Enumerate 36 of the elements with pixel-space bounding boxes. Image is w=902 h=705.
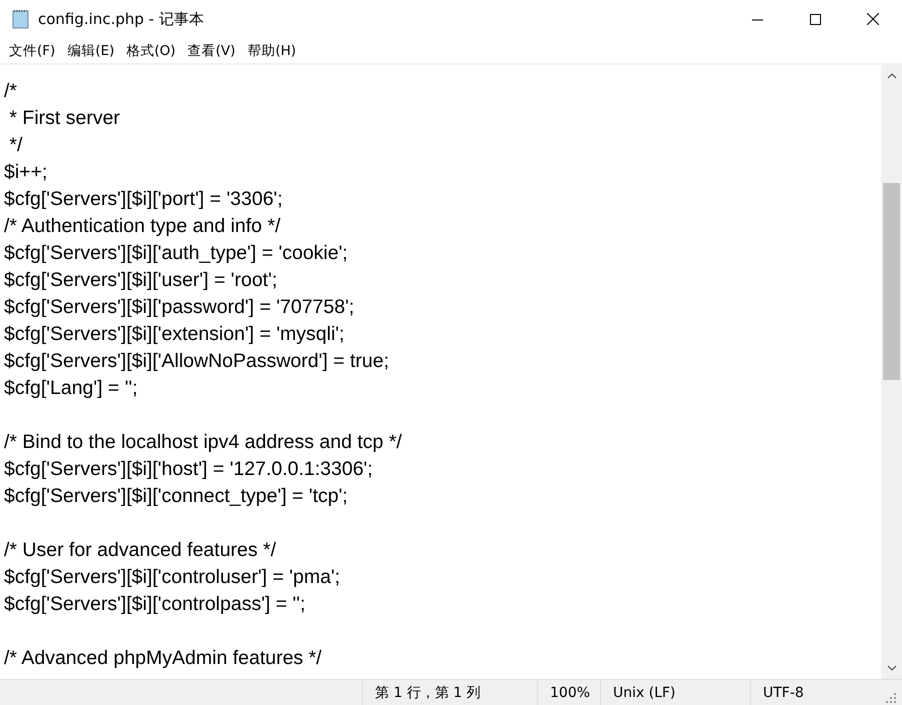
resize-grip-icon xyxy=(885,692,897,704)
notepad-icon xyxy=(12,9,30,29)
menu-item[interactable]: 格式(O) xyxy=(121,42,181,60)
code-line: $cfg['Servers'][$i]['password'] = '707758'; xyxy=(4,295,356,320)
menu-item[interactable]: 查看(V) xyxy=(182,42,240,60)
line-ending: Unix (LF) xyxy=(600,680,750,705)
code-line: */ xyxy=(8,133,24,158)
code-line: $cfg['Servers'][$i]['connect_type'] = 'tcp'; xyxy=(4,484,349,509)
zoom-level: 100% xyxy=(537,680,600,705)
maximize-icon xyxy=(810,14,820,24)
cursor-position: 第 1 行，第 1 列 xyxy=(362,680,537,705)
scroll-down-icon[interactable] xyxy=(886,665,896,671)
encoding: UTF-8 xyxy=(750,680,885,705)
code-line: /* Advanced phpMyAdmin features */ xyxy=(4,646,323,671)
code-line: /* User for advanced features */ xyxy=(4,538,278,563)
code-line: $cfg['Servers'][$i]['user'] = 'root'; xyxy=(4,268,278,293)
menu-item[interactable]: 文件(F) xyxy=(4,42,60,60)
menu-item[interactable]: 帮助(H) xyxy=(242,42,302,60)
code-line: /* Authentication type and info */ xyxy=(4,214,282,239)
code-line: $cfg['Servers'][$i]['host'] = '127.0.0.1:3306'; xyxy=(4,457,374,482)
menu-item[interactable]: 编辑(E) xyxy=(62,42,120,60)
code-line: $cfg['Servers'][$i]['controlpass'] = ''; xyxy=(4,592,306,617)
code-line: $cfg['Servers'][$i]['extension'] = 'mysqli'; xyxy=(4,322,346,347)
code-line: $cfg['Servers'][$i]['port'] = '3306'; xyxy=(4,187,284,212)
close-icon xyxy=(867,13,879,25)
code-line: * First server xyxy=(8,106,121,131)
code-line: /* Bind to the localhost ipv4 address and tcp */ xyxy=(4,430,403,455)
scroll-up-icon[interactable] xyxy=(886,73,896,79)
code-line: $i++; xyxy=(4,160,48,185)
code-line: $cfg['Servers'][$i]['controluser'] = 'pma'; xyxy=(4,565,342,590)
window-title: config.inc.php - 记事本 xyxy=(38,10,205,28)
scrollbar-thumb[interactable] xyxy=(883,183,900,380)
code-line: $cfg['Servers'][$i]['auth_type'] = 'cookie'; xyxy=(4,241,349,266)
code-line: $cfg['Lang'] = ''; xyxy=(4,376,139,401)
code-line: $cfg['Servers'][$i]['AllowNoPassword'] = true; xyxy=(4,349,390,374)
code-line: /* xyxy=(4,79,18,104)
